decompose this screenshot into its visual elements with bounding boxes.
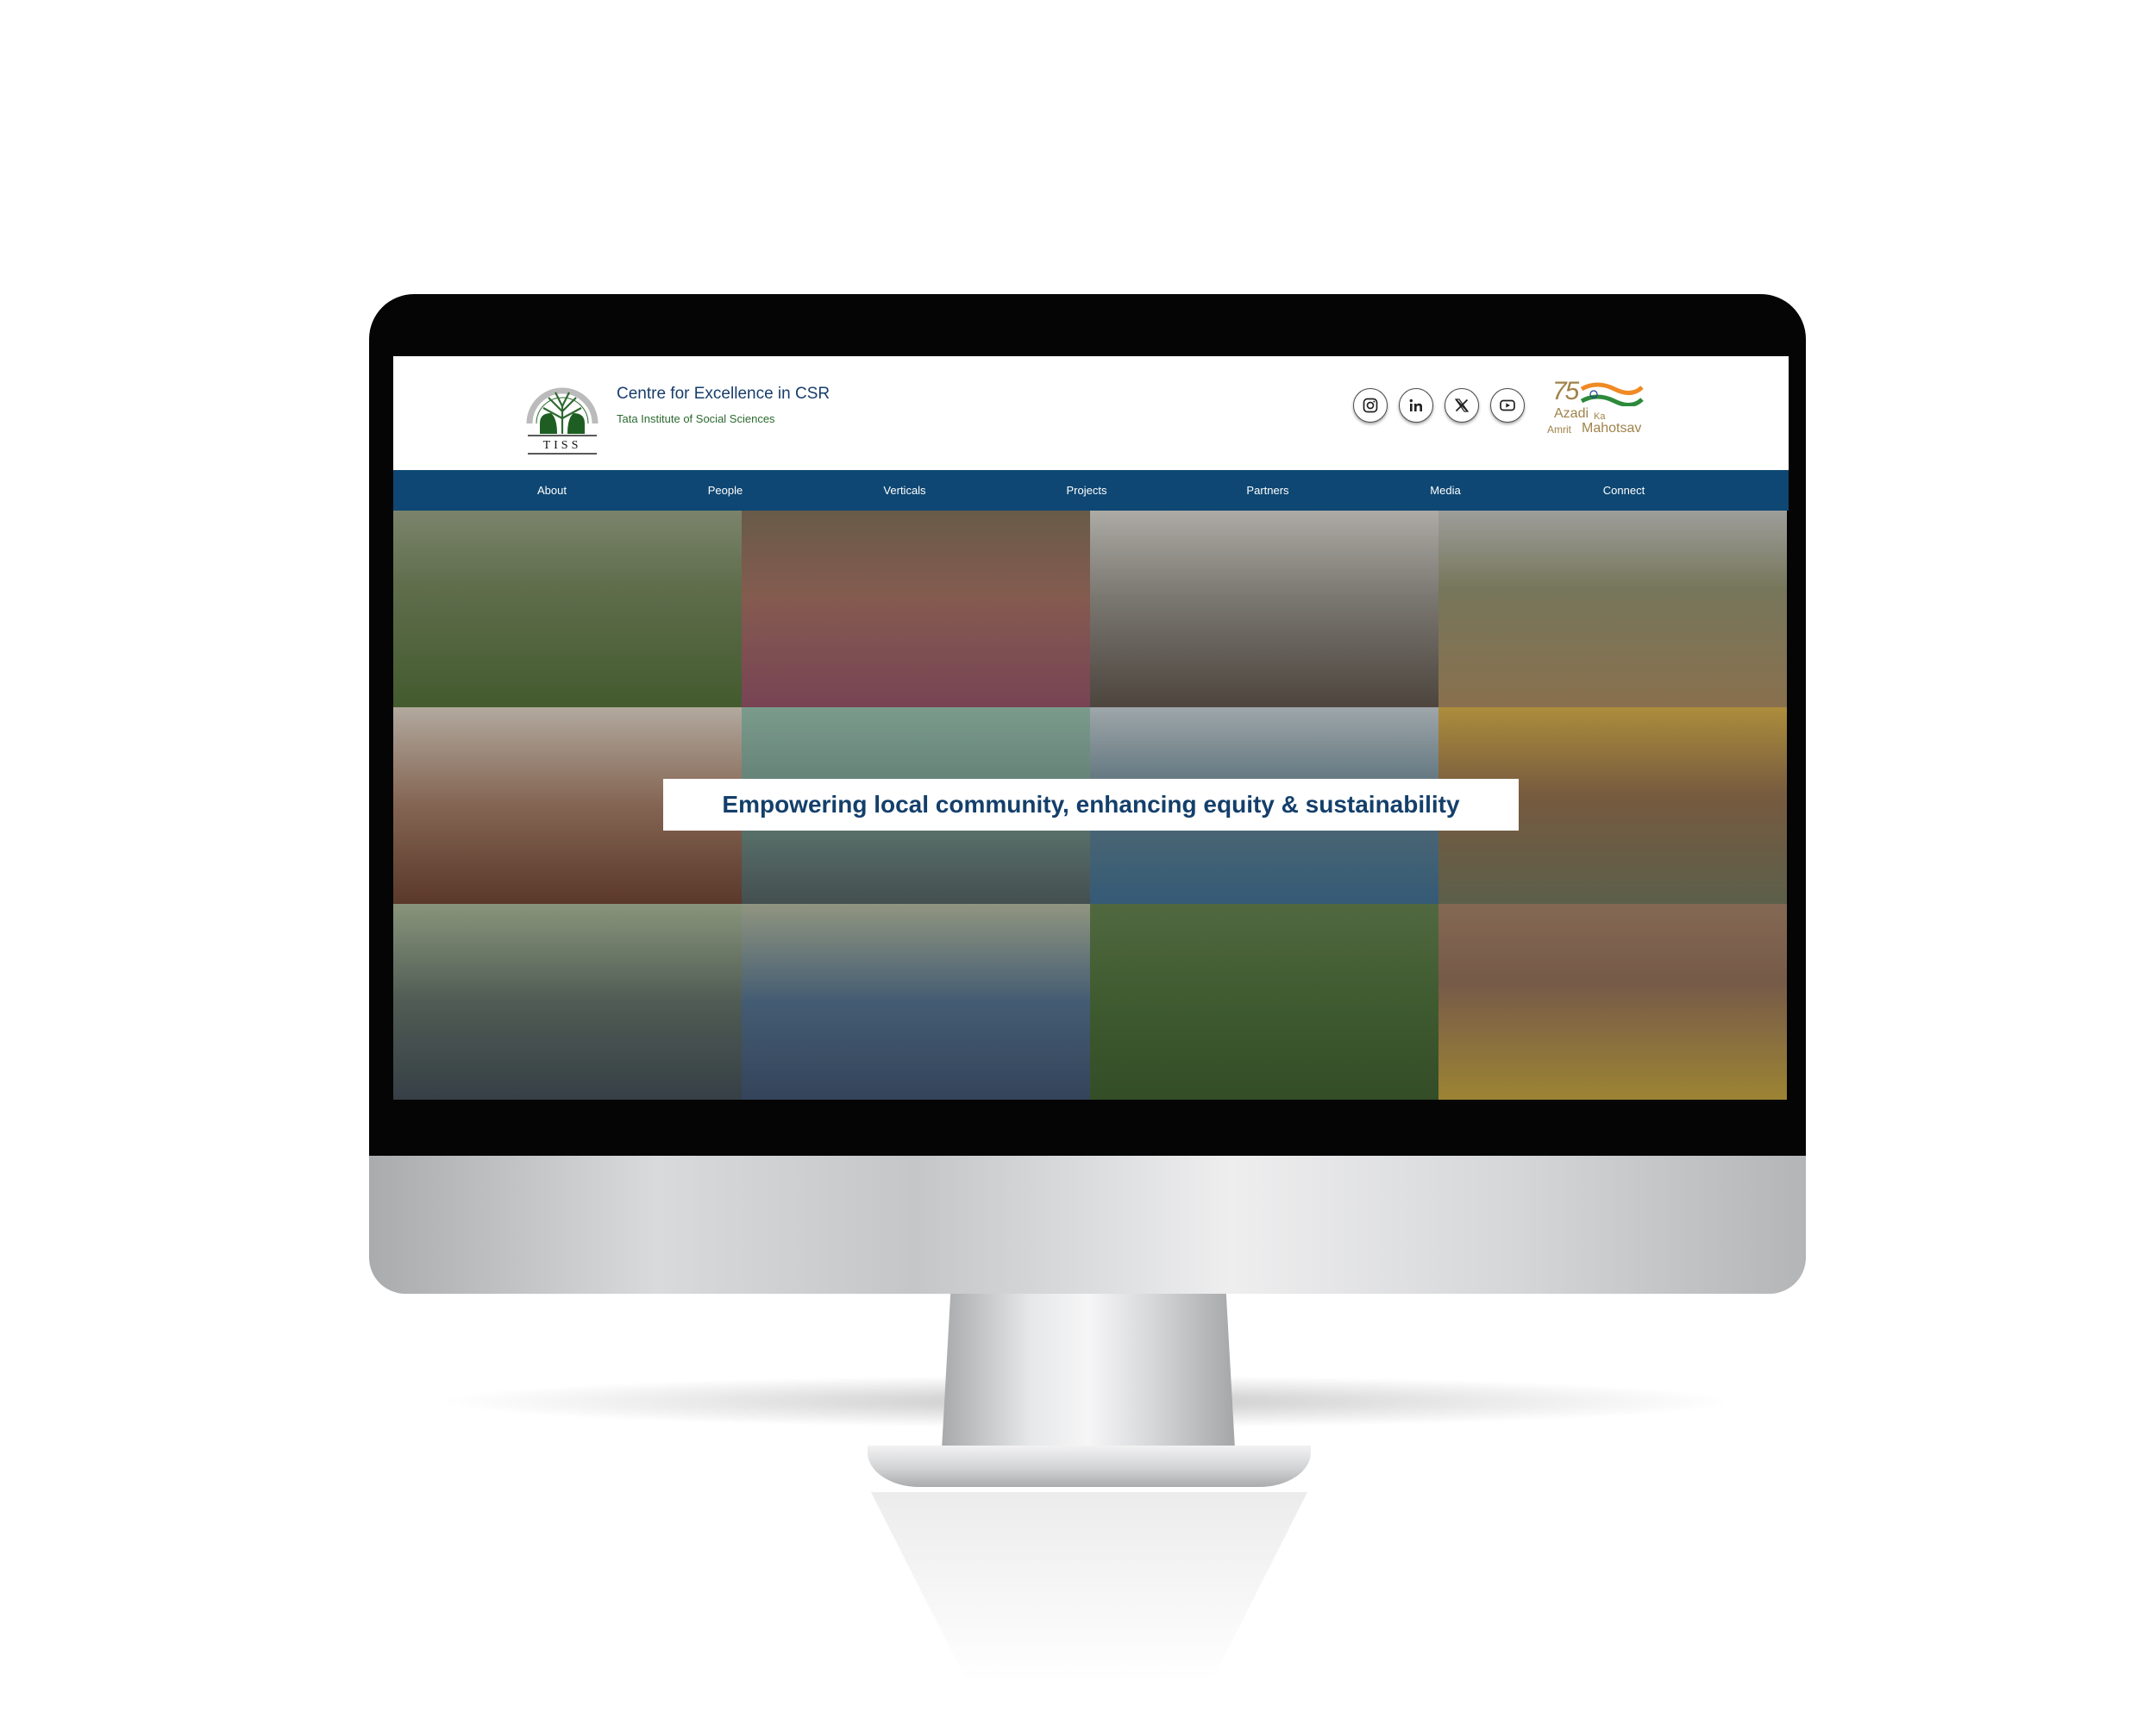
site-subtitle: Tata Institute of Social Sciences — [617, 412, 775, 425]
photo-farmer-meeting — [393, 904, 742, 1100]
photo-village-elders — [1438, 904, 1787, 1100]
nav-people[interactable]: People — [708, 470, 743, 511]
photo-students-outdoor-class — [742, 904, 1090, 1100]
youtube-icon — [1500, 399, 1515, 411]
x-link[interactable] — [1445, 388, 1479, 423]
hero-tagline-box: Empowering local community, enhancing eq… — [663, 779, 1519, 831]
hero-tagline: Empowering local community, enhancing eq… — [722, 791, 1460, 818]
photo-classroom-discussion — [1090, 511, 1438, 707]
monitor-chin — [369, 1156, 1806, 1294]
nav-media[interactable]: Media — [1430, 470, 1460, 511]
tiss-logo-text: TISS — [543, 439, 582, 452]
tiss-logo[interactable]: TISS — [523, 370, 602, 460]
stand-reflection — [871, 1492, 1307, 1682]
monitor-screen: TISS Centre for Excellence in CSR Tata I… — [393, 356, 1789, 1100]
aam-number: 75 — [1552, 377, 1579, 405]
main-nav: About People Verticals Projects Partners… — [393, 470, 1789, 511]
site-title[interactable]: Centre for Excellence in CSR — [617, 385, 830, 404]
photo-women-farm — [1090, 904, 1438, 1100]
nav-projects[interactable]: Projects — [1067, 470, 1107, 511]
monitor-stand-neck — [942, 1294, 1235, 1449]
photo-community-meeting-outdoor — [393, 511, 742, 707]
nav-verticals[interactable]: Verticals — [883, 470, 925, 511]
nav-connect[interactable]: Connect — [1603, 470, 1645, 511]
flag-icon — [1580, 382, 1644, 406]
instagram-icon — [1363, 398, 1378, 413]
aam-azadi: Azadi — [1554, 406, 1589, 421]
azadi-ka-amrit-mahotsav-logo[interactable]: 75 Azadi Ka Amrit Mahotsav — [1545, 377, 1658, 442]
linkedin-link[interactable] — [1399, 388, 1433, 423]
linkedin-icon — [1409, 398, 1422, 411]
site-header: TISS Centre for Excellence in CSR Tata I… — [393, 356, 1789, 470]
monitor-stand-base — [868, 1446, 1311, 1487]
aam-amrit: Amrit — [1547, 423, 1571, 436]
youtube-link[interactable] — [1490, 388, 1525, 423]
photo-village-gathering — [1438, 511, 1787, 707]
nav-about[interactable]: About — [537, 470, 567, 511]
aam-mahotsav: Mahotsav — [1582, 421, 1642, 436]
instagram-link[interactable] — [1353, 388, 1388, 423]
photo-women-group-meeting — [742, 511, 1090, 707]
nav-partners[interactable]: Partners — [1246, 470, 1288, 511]
x-icon — [1454, 398, 1470, 412]
hero-banner: Empowering local community, enhancing eq… — [393, 511, 1789, 1100]
